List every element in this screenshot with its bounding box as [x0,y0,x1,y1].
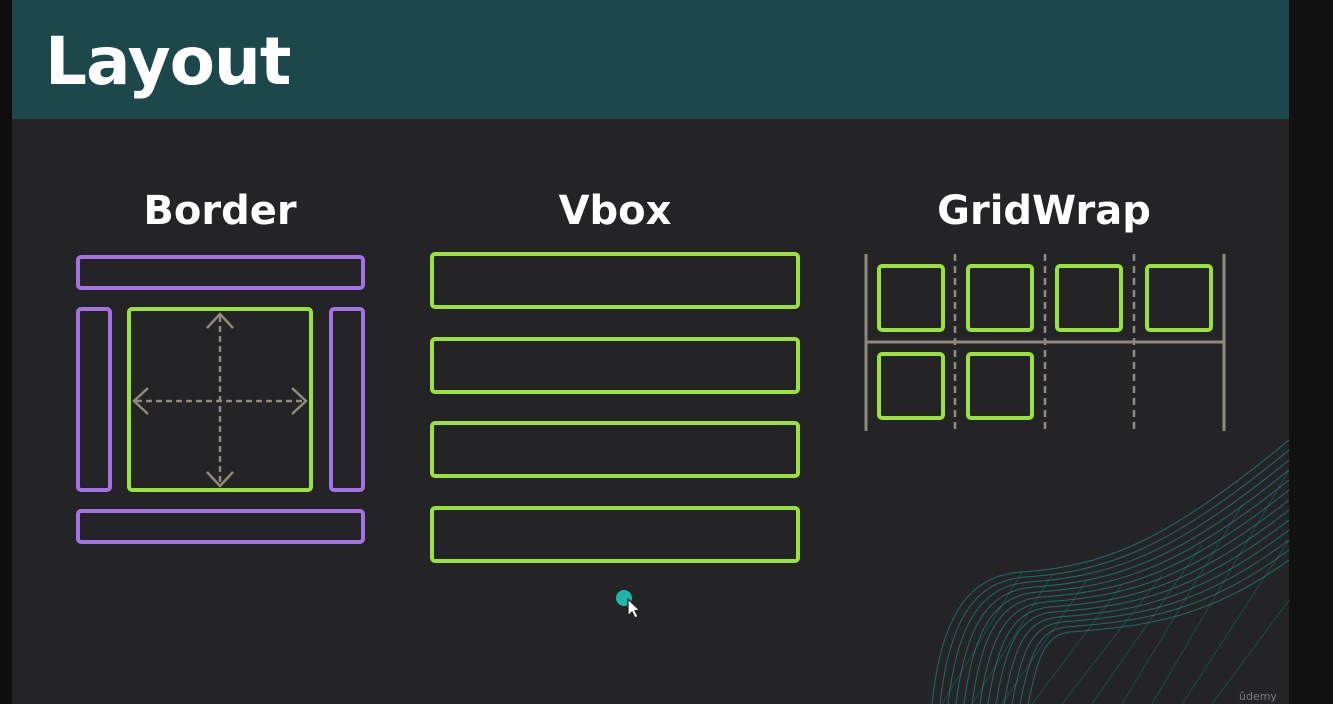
mouse-cursor-icon [616,590,641,619]
right-edge-strip [1289,0,1333,704]
slide: Layout Border Vbox GridWrap ûdemy [12,0,1289,704]
udemy-watermark: ûdemy [1239,690,1277,703]
wireframe-wave-decoration [931,439,1289,704]
